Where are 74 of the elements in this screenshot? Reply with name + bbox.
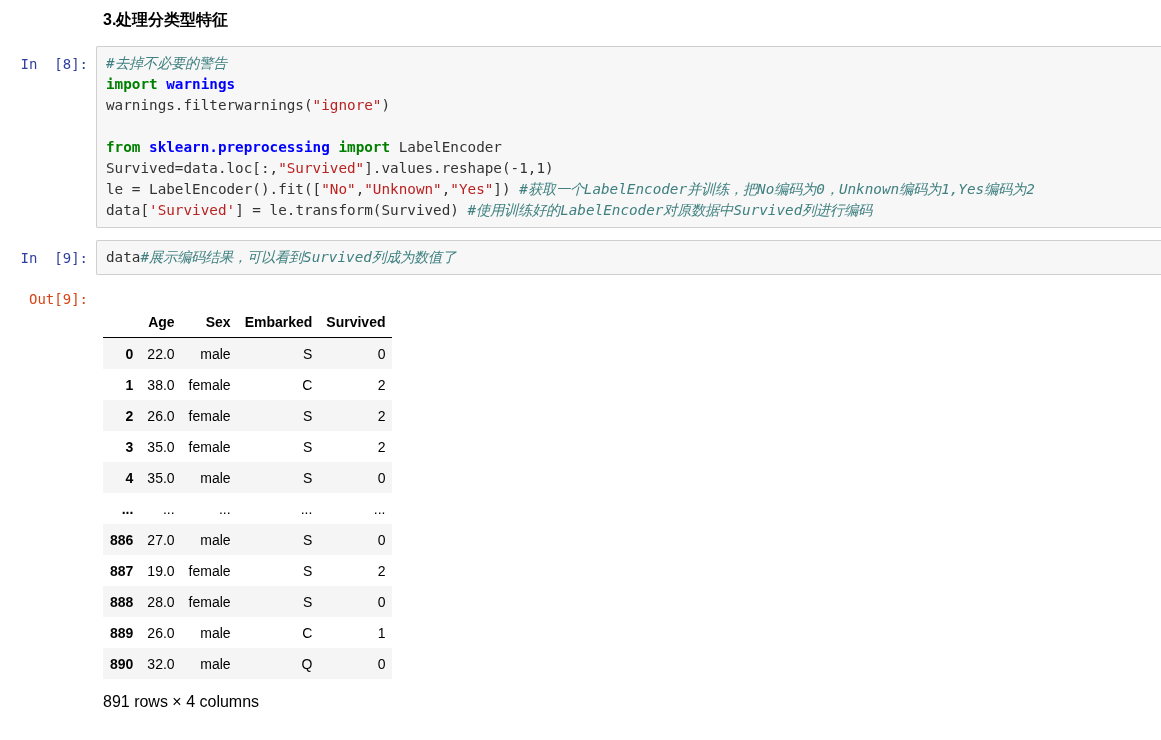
code-line: import warnings [106,75,237,94]
input-prompt: In [8]: [19,55,89,72]
table-cell: 32.0 [140,648,182,679]
table-cell: 0 [319,648,393,679]
table-cell: 35.0 [140,431,182,462]
table-cell: 0 [319,524,393,555]
column-header: Embarked [237,307,320,338]
table-cell: male [181,617,238,648]
table-cell: C [237,617,320,648]
table-cell: 2 [319,431,393,462]
row-index: 887 [103,555,141,586]
table-cell: male [181,337,238,369]
code-line: data#展示编码结果，可以看到Survived列成为数值了 [106,248,458,267]
table-cell: female [181,555,238,586]
table-cell: ... [237,493,320,524]
table-cell: S [237,555,320,586]
table-cell: 0 [319,586,393,617]
row-index: 889 [103,617,141,648]
row-index: 4 [103,462,141,493]
section-heading: 3.处理分类型特征 [102,10,230,30]
table-cell: C [237,369,320,400]
table-cell: male [181,524,238,555]
table-cell: 0 [319,462,393,493]
code-line: #去掉不必要的警告 [106,54,229,73]
table-cell: 27.0 [140,524,182,555]
table-cell: male [181,648,238,679]
table-cell: 35.0 [140,462,182,493]
code-line: le = LabelEncoder().fit(["No","Unknown","Yes"]) #获取一个LabelEncoder并训练，把No编码为0，Unknown编码为1,Yes编码为2 [106,180,1036,199]
input-prompt: In [9]: [19,249,89,266]
table-cell: 2 [319,369,393,400]
table-cell: ... [181,493,238,524]
table-cell: S [237,400,320,431]
code-cell[interactable] [96,46,1161,228]
code-line: from sklearn.preprocessing import LabelEncoder [106,138,503,157]
code-line: data['Survived'] = le.transform(Survived) #使用训练好的LabelEncoder对原数据中Survived列进行编码 [106,201,874,220]
column-header: Sex [181,307,238,338]
table-cell: S [237,586,320,617]
table-cell: female [181,400,238,431]
code-line: warnings.filterwarnings("ignore") [106,96,392,115]
table-cell: 26.0 [140,617,182,648]
row-index: 886 [103,524,141,555]
row-index: 1 [103,369,141,400]
row-index: ... [103,493,141,524]
column-header: Survived [319,307,393,338]
output-prompt: Out[9]: [28,290,89,307]
row-index: 888 [103,586,141,617]
table-cell: S [237,524,320,555]
table-cell: 38.0 [140,369,182,400]
column-header: Age [140,307,182,338]
table-cell: S [237,337,320,369]
table-cell: male [181,462,238,493]
table-cell: S [237,431,320,462]
table-cell: 28.0 [140,586,182,617]
table-cell: Q [237,648,320,679]
table-cell: 1 [319,617,393,648]
code-cell[interactable]: data#展示编码结果，可以看到Survived列成为数值了 [96,240,1161,275]
table-cell: 22.0 [140,337,182,369]
table-cell: S [237,462,320,493]
table-cell: female [181,586,238,617]
table-cell: 26.0 [140,400,182,431]
table-summary: 891 rows × 4 columns [103,692,261,711]
code-line: Survived=data.loc[:,"Survived"].values.reshape(-1,1) [106,159,555,178]
table-cell: female [181,369,238,400]
row-index: 0 [103,337,141,369]
row-index: 890 [103,648,141,679]
table-cell: 2 [319,400,393,431]
table-cell: 2 [319,555,393,586]
table-cell: female [181,431,238,462]
row-index: 3 [103,431,141,462]
row-index: 2 [103,400,141,431]
table-cell: ... [319,493,393,524]
table-cell: 0 [319,337,393,369]
table-cell: ... [140,493,182,524]
table-cell: 19.0 [140,555,182,586]
